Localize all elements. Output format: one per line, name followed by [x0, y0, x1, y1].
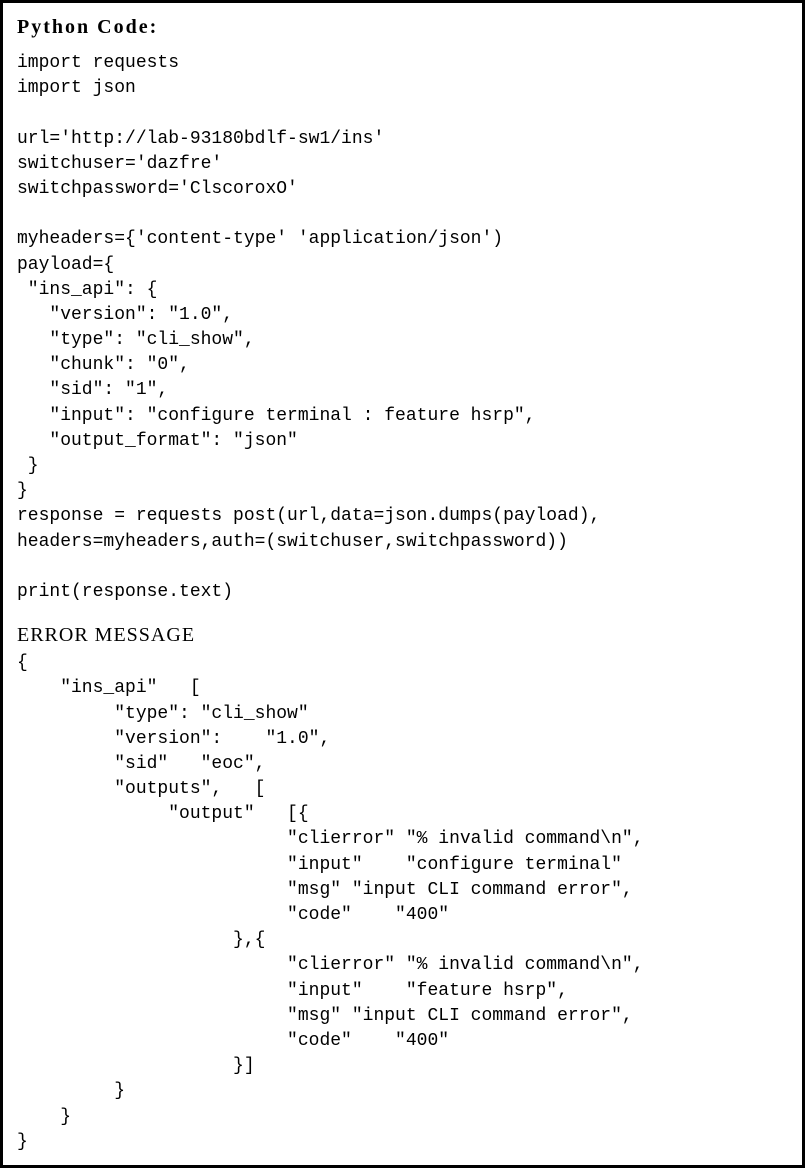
title-heading: Python Code: — [17, 13, 788, 41]
python-code-block: import requests import json url='http://… — [17, 51, 788, 605]
error-heading: ERROR MESSAGE — [17, 621, 788, 649]
error-message-block: { "ins_api" [ "type": "cli_show" "versio… — [17, 651, 788, 1155]
code-box: Python Code: import requests import json… — [0, 0, 805, 1168]
